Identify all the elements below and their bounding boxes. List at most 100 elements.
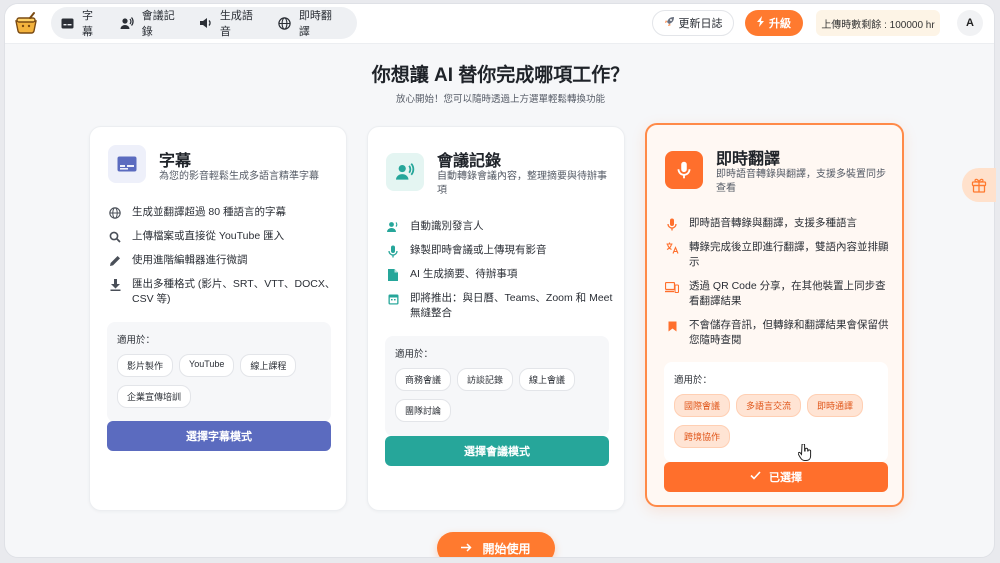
- feature-item: 透過 QR Code 分享，在其他裝置上同步查看翻譯結果: [665, 279, 893, 309]
- feature-text: 匯出多種格式 (影片、SRT、VTT、DOCX、CSV 等): [132, 278, 336, 305]
- feature-text: 錄製即時會議或上傳現有影音: [410, 244, 547, 256]
- start-button[interactable]: 開始使用: [437, 532, 555, 557]
- translate-icon: [665, 241, 679, 255]
- globe-icon: [108, 206, 122, 220]
- feature-text: 不會儲存音訊，但轉錄和翻譯結果會保留供您隨時查閱: [689, 319, 889, 346]
- upgrade-label: 升級: [769, 18, 791, 30]
- usage-tag: 商務會議: [395, 368, 452, 391]
- download-icon: [108, 278, 122, 292]
- usage-tag: 企業宣傳培訓: [117, 385, 192, 408]
- feature-text: 透過 QR Code 分享，在其他裝置上同步查看翻譯結果: [689, 280, 886, 307]
- feature-text: 即將推出：與日曆、Teams、Zoom 和 Meet 無縫整合: [410, 292, 613, 319]
- subtitles-mode-card[interactable]: 字幕 為您的影音輕鬆生成多語言精準字幕 生成並翻譯超過 80 種語言的字幕 上傳…: [89, 126, 347, 511]
- nav-item-voice[interactable]: 生成語音: [199, 7, 260, 39]
- select-subtitles-button[interactable]: 選擇字幕模式: [107, 421, 331, 451]
- usage-tag: 國際會議: [674, 394, 731, 417]
- top-bar: 字幕 會議記錄 生成語音 即時翻譯 更新日誌 升級 上傳時數剩餘: 10000…: [5, 4, 994, 44]
- speaker-id-icon: [386, 220, 400, 234]
- page-subtitle: 放心開始！您可以隨時透過上方選單輕鬆轉換功能: [395, 94, 605, 105]
- changelog-button[interactable]: 更新日誌: [652, 10, 734, 36]
- feature-item: AI 生成摘要、待辦事項: [386, 267, 614, 282]
- feature-item: 生成並翻譯超過 80 種語言的字幕: [108, 205, 336, 220]
- usage-tag: 團隊討論: [395, 399, 452, 422]
- feature-text: 即時語音轉錄與翻譯，支援多種語言: [689, 217, 857, 229]
- meeting-icon: [120, 16, 134, 30]
- mic-icon: [665, 151, 703, 189]
- nav-item-subtitles[interactable]: 字幕: [61, 7, 102, 39]
- usage-tag: 多語言交流: [736, 394, 802, 417]
- feature-item: 轉錄完成後立即進行翻譯，雙語內容並排顯示: [665, 240, 893, 270]
- lightning-icon: [757, 16, 765, 30]
- usage-tag: 影片製作: [117, 354, 174, 377]
- gift-icon[interactable]: [962, 168, 996, 202]
- page-title: 你想讓 AI 替你完成哪項工作？: [371, 65, 630, 86]
- feature-item: 即將推出：與日曆、Teams、Zoom 和 Meet 無縫整合: [386, 291, 614, 321]
- card-description: 為您的影音輕鬆生成多語言精準字幕: [159, 171, 319, 182]
- usage-label: 適用於：: [117, 335, 156, 346]
- nav-item-label: 會議記錄: [141, 10, 175, 38]
- subtitles-icon: [108, 145, 146, 183]
- card-description: 即時語音轉錄與翻譯，支援多裝置同步查看: [716, 169, 886, 194]
- nav-item-label: 生成語音: [219, 10, 253, 38]
- feature-list: 即時語音轉錄與翻譯，支援多種語言 轉錄完成後立即進行翻譯，雙語內容並排顯示 透過…: [665, 216, 893, 357]
- select-meeting-button[interactable]: 選擇會議模式: [385, 436, 609, 466]
- usage-tag: 跨境協作: [674, 425, 731, 448]
- devices-icon: [665, 280, 679, 294]
- arrow-right-icon: [461, 541, 473, 555]
- rocket-icon: [664, 16, 675, 30]
- mic-icon: [386, 244, 400, 258]
- search-icon: [108, 230, 122, 244]
- feature-text: 生成並翻譯超過 80 種語言的字幕: [132, 206, 287, 218]
- upload-quota: 上傳時數剩餘 : 100000 hr: [816, 10, 940, 36]
- usage-tag: YouTube: [179, 354, 235, 377]
- meeting-icon: [386, 153, 424, 191]
- feature-text: 上傳檔案或直接從 YouTube 匯入: [132, 230, 285, 242]
- usage-tag: 線上課程: [240, 354, 297, 377]
- mic-icon: [665, 217, 679, 231]
- selected-translation-button[interactable]: 已選擇: [664, 462, 888, 492]
- feature-text: 使用進階編輯器進行微調: [132, 254, 248, 266]
- pointer-cursor-icon: [797, 443, 812, 466]
- card-title: 即時翻譯: [716, 151, 781, 168]
- feature-item: 匯出多種格式 (影片、SRT、VTT、DOCX、CSV 等): [108, 277, 336, 307]
- feature-list: 自動識別發言人 錄製即時會議或上傳現有影音 AI 生成摘要、待辦事項 即將推出：…: [386, 219, 614, 330]
- card-title: 會議記錄: [437, 153, 502, 170]
- feature-item: 使用進階編輯器進行微調: [108, 253, 336, 268]
- card-description: 自動轉錄會議內容，整理摘要與待辦事項: [437, 171, 607, 196]
- upgrade-button[interactable]: 升級: [745, 10, 803, 36]
- calendar-icon: [386, 292, 400, 306]
- speaker-icon: [199, 16, 212, 30]
- feature-item: 不會儲存音訊，但轉錄和翻譯結果會保留供您隨時查閱: [665, 318, 893, 348]
- usage-label: 適用於：: [395, 349, 434, 360]
- feature-list: 生成並翻譯超過 80 種語言的字幕 上傳檔案或直接從 YouTube 匯入 使用…: [108, 205, 336, 316]
- nav-item-label: 字幕: [82, 10, 93, 38]
- usage-box: 適用於： 國際會議 多語言交流 即時通譯 跨境協作: [664, 362, 888, 462]
- pencil-icon: [108, 254, 122, 268]
- avatar[interactable]: A: [957, 10, 983, 36]
- usage-tag: 線上會議: [519, 368, 576, 391]
- usage-box: 適用於： 影片製作 YouTube 線上課程 企業宣傳培訓: [107, 322, 331, 422]
- subtitles-icon: [61, 16, 74, 30]
- nav-item-translate[interactable]: 即時翻譯: [278, 7, 339, 39]
- card-title: 字幕: [159, 153, 192, 170]
- start-label: 開始使用: [482, 541, 531, 556]
- logo-icon[interactable]: [13, 10, 39, 36]
- feature-item: 錄製即時會議或上傳現有影音: [386, 243, 614, 258]
- feature-item: 自動識別發言人: [386, 219, 614, 234]
- bookmark-icon: [665, 319, 679, 333]
- usage-tag: 訪談記錄: [457, 368, 514, 391]
- app-window: 字幕 會議記錄 生成語音 即時翻譯 更新日誌 升級 上傳時數剩餘: 10000…: [4, 3, 995, 558]
- usage-tag: 即時通譯: [807, 394, 864, 417]
- check-icon: [750, 471, 761, 483]
- feature-text: 轉錄完成後立即進行翻譯，雙語內容並排顯示: [689, 241, 889, 268]
- nav-item-meeting[interactable]: 會議記錄: [120, 7, 181, 39]
- main-nav: 字幕 會議記錄 生成語音 即時翻譯: [51, 7, 357, 39]
- usage-box: 適用於： 商務會議 訪談記錄 線上會議 團隊討論: [385, 336, 609, 436]
- translation-mode-card[interactable]: 即時翻譯 即時語音轉錄與翻譯，支援多裝置同步查看 即時語音轉錄與翻譯，支援多種語…: [645, 123, 904, 507]
- selected-label: 已選擇: [769, 472, 802, 484]
- meeting-mode-card[interactable]: 會議記錄 自動轉錄會議內容，整理摘要與待辦事項 自動識別發言人 錄製即時會議或上…: [367, 126, 625, 511]
- usage-label: 適用於：: [674, 375, 713, 386]
- feature-text: 自動識別發言人: [410, 220, 484, 232]
- feature-item: 即時語音轉錄與翻譯，支援多種語言: [665, 216, 893, 231]
- nav-item-label: 即時翻譯: [298, 10, 332, 38]
